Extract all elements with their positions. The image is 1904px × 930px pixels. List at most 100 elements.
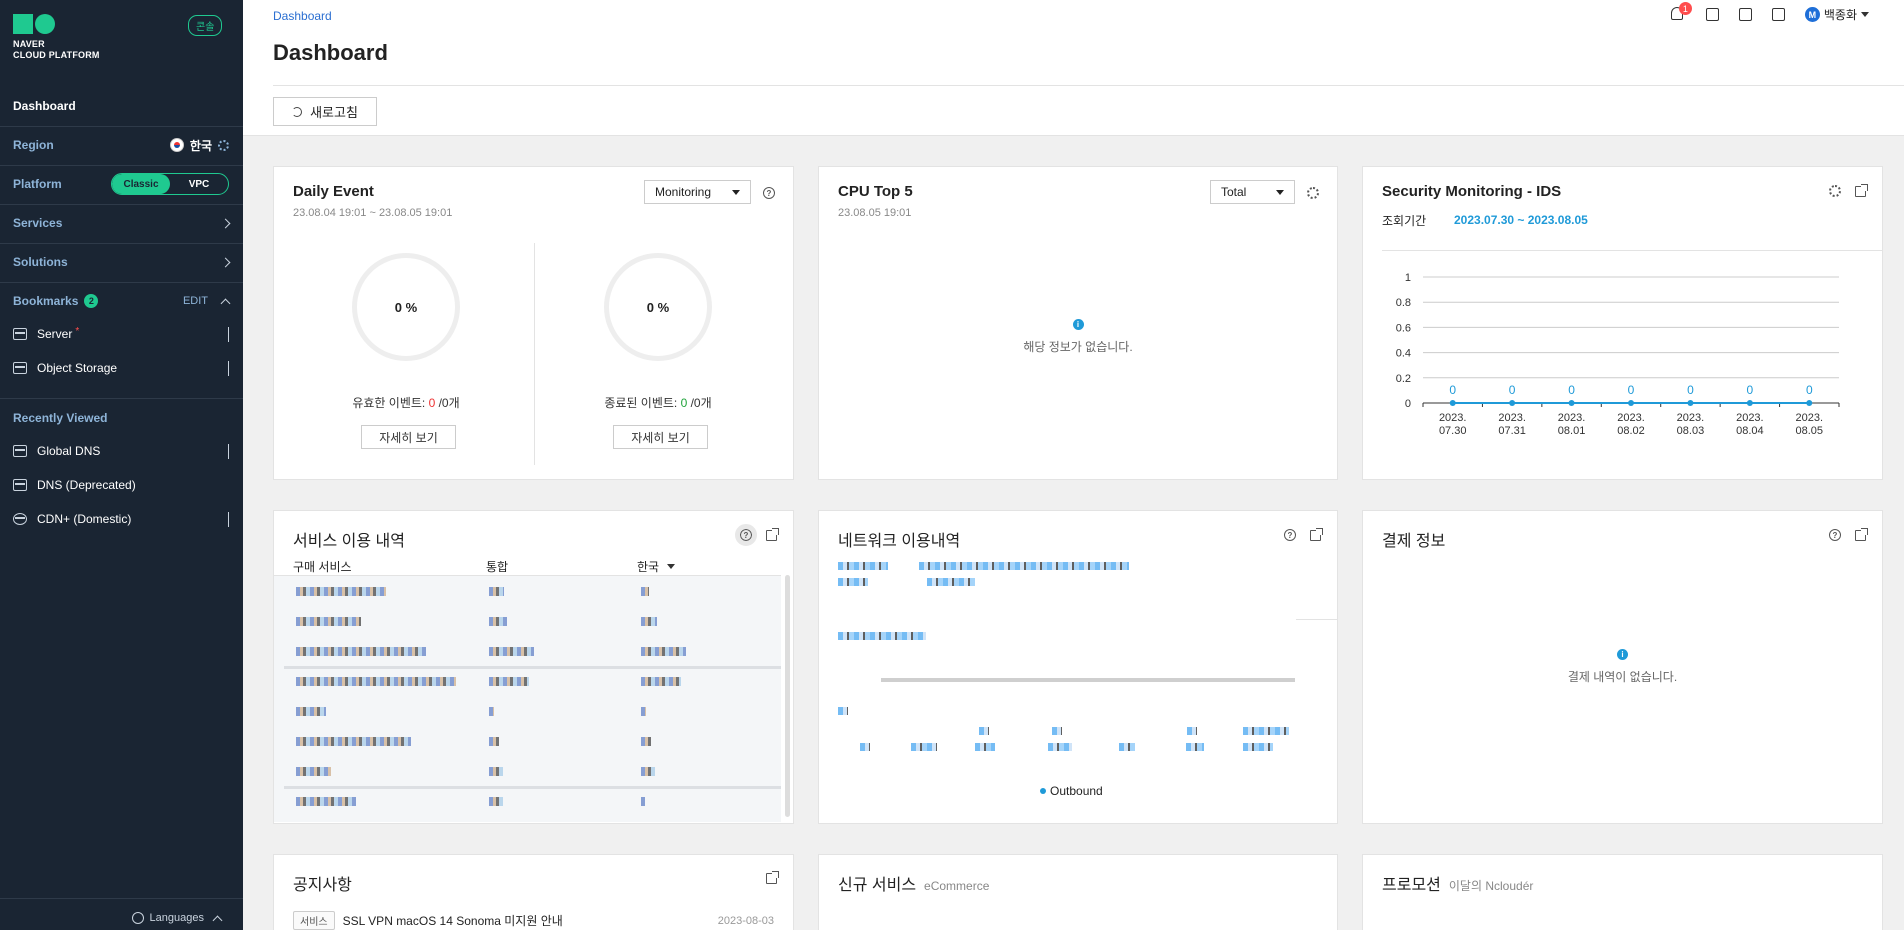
settings-gear-icon[interactable] <box>1829 185 1841 197</box>
object-storage-icon <box>13 362 27 374</box>
bookmark-object-storage[interactable]: Object Storage <box>13 358 229 378</box>
card-title: CPU Top 5 <box>838 183 913 200</box>
scrollbar[interactable] <box>785 575 790 817</box>
x-tick-label: 08.03 <box>1677 425 1705 437</box>
chart-legend[interactable]: Outbound <box>1040 784 1103 798</box>
notice-date: 2023-08-03 <box>717 914 774 927</box>
refresh-button[interactable]: 새로고침 <box>273 97 377 126</box>
ring-percent: 0 % <box>394 299 418 315</box>
recent-cdn-domestic[interactable]: CDN+ (Domestic) <box>13 509 229 529</box>
korea-flag-icon <box>169 138 184 152</box>
notice-text: SSL VPN macOS 14 Sonoma 미지원 안내 <box>342 914 563 928</box>
region-value[interactable]: 한국 <box>190 137 212 154</box>
chevron-down-icon[interactable] <box>228 512 229 527</box>
bookmarks-edit-button[interactable]: EDIT <box>183 295 208 307</box>
table-row <box>284 642 781 660</box>
platform-row: Platform Classic VPC <box>13 173 229 195</box>
notice-card: 공지사항 서비스 SSL VPN macOS 14 Sonoma 미지원 안내 … <box>273 854 794 930</box>
recent-dns-deprecated[interactable]: DNS (Deprecated) <box>13 475 229 495</box>
chevron-down-icon[interactable] <box>228 327 229 342</box>
data-point <box>1449 400 1456 406</box>
notice-tag: 서비스 <box>293 911 335 930</box>
help-icon[interactable]: ? <box>763 187 775 199</box>
ids-line-chart: 10.80.60.40.202023.07.302023.07.312023.0… <box>1396 272 1840 437</box>
notification-button[interactable]: 1 <box>1670 2 1692 22</box>
book-icon[interactable] <box>1771 8 1785 21</box>
console-badge[interactable]: 콘솔 <box>188 15 223 36</box>
column-header: 구매 서비스 <box>293 560 352 574</box>
help-icon[interactable]: ? <box>735 524 757 546</box>
help-icon[interactable]: ? <box>1284 529 1296 541</box>
y-tick-label: 0.4 <box>1396 348 1411 360</box>
notification-count-badge: 1 <box>1678 2 1692 15</box>
divider <box>0 243 243 244</box>
header-divider <box>273 85 1904 86</box>
help-icon[interactable]: ? <box>1829 529 1841 541</box>
card-actions <box>766 871 779 884</box>
platform-option-vpc[interactable]: VPC <box>170 174 228 194</box>
breadcrumb[interactable]: Dashboard <box>273 9 332 23</box>
card-subtitle: eCommerce <box>924 879 990 893</box>
dns-icon <box>13 445 27 457</box>
daily-event-card: Daily Event 23.08.04 19:01 ~ 23.08.05 19… <box>273 166 794 480</box>
region-gear-icon[interactable] <box>218 139 229 151</box>
table-row <box>284 612 781 630</box>
card-title-text: 프로모션 <box>1382 877 1441 894</box>
edit-note-icon[interactable] <box>1738 8 1752 21</box>
chevron-up-icon[interactable] <box>220 298 231 308</box>
y-tick-label: 1 <box>1405 272 1411 284</box>
languages-label: Languages <box>149 912 204 924</box>
label-text: 유효한 이벤트: <box>352 396 429 410</box>
region-column-dropdown[interactable]: 한국 <box>637 558 676 575</box>
chevron-down-icon[interactable] <box>228 361 229 376</box>
chevron-up-icon <box>212 915 223 925</box>
chevron-right-icon <box>220 257 231 267</box>
divider <box>1296 619 1337 620</box>
external-link-icon[interactable] <box>766 871 779 884</box>
label-suffix: /0개 <box>435 396 460 410</box>
bookmarks-header: Bookmarks 2 EDIT <box>13 291 231 311</box>
notice-item[interactable]: 서비스 SSL VPN macOS 14 Sonoma 미지원 안내 2023-… <box>293 911 774 930</box>
data-label: 0 <box>1449 383 1456 397</box>
x-tick-label: 2023. <box>1796 412 1824 424</box>
cpu-top5-card: CPU Top 5 23.08.05 19:01 Total i 해당 정보가 … <box>818 166 1338 480</box>
recently-viewed-label: Recently Viewed <box>13 411 108 425</box>
chevron-down-icon[interactable] <box>228 444 229 459</box>
cpu-scope-select[interactable]: Total <box>1210 180 1295 204</box>
x-tick-label: 2023. <box>1558 412 1586 424</box>
user-menu[interactable]: M 백종화 <box>1804 6 1869 23</box>
chat-icon[interactable] <box>1705 8 1719 21</box>
external-link-icon[interactable] <box>1855 527 1868 541</box>
page-header: Dashboard Dashboard 새로고침 1 M 백종화 <box>243 0 1904 136</box>
empty-message: 해당 정보가 없습니다. <box>1023 340 1133 354</box>
sidebar-item-dashboard[interactable]: Dashboard <box>13 96 229 116</box>
billing-card: 결제 정보 ? i 결제 내역이 없습니다. <box>1362 510 1883 824</box>
redacted-text <box>975 743 995 751</box>
select-value: Monitoring <box>655 185 712 199</box>
platform-toggle[interactable]: Classic VPC <box>111 173 229 195</box>
languages-button[interactable]: Languages <box>0 906 243 930</box>
card-actions: ? <box>1829 527 1868 541</box>
external-link-icon[interactable] <box>1310 527 1323 541</box>
period-range[interactable]: 2023.07.30 ~ 2023.08.05 <box>1454 213 1588 227</box>
header-toolbar: 1 M 백종화 <box>1670 2 1869 23</box>
sidebar-item-services[interactable]: Services <box>13 213 231 233</box>
dns-icon <box>13 479 27 491</box>
redacted-text <box>979 727 989 735</box>
active-event-label: 유효한 이벤트: 0 /0개 <box>306 394 506 411</box>
bookmark-server[interactable]: Server * <box>13 324 229 344</box>
platform-option-classic[interactable]: Classic <box>112 174 170 194</box>
recent-global-dns[interactable]: Global DNS <box>13 441 229 461</box>
sidebar-item-solutions[interactable]: Solutions <box>13 252 231 272</box>
active-event-detail-button[interactable]: 자세히 보기 <box>361 425 456 449</box>
logo-line-2: CLOUD PLATFORM <box>13 50 100 60</box>
closed-event-detail-button[interactable]: 자세히 보기 <box>613 425 708 449</box>
redacted-text <box>1243 727 1289 735</box>
settings-gear-icon[interactable] <box>1307 187 1319 199</box>
table-row <box>284 582 781 600</box>
naver-cloud-logo[interactable]: NAVER CLOUD PLATFORM <box>13 14 100 61</box>
sidebar-item-label: Solutions <box>13 255 68 269</box>
event-type-select[interactable]: Monitoring <box>644 180 751 204</box>
external-link-icon[interactable] <box>766 527 779 541</box>
external-link-icon[interactable] <box>1855 183 1868 197</box>
